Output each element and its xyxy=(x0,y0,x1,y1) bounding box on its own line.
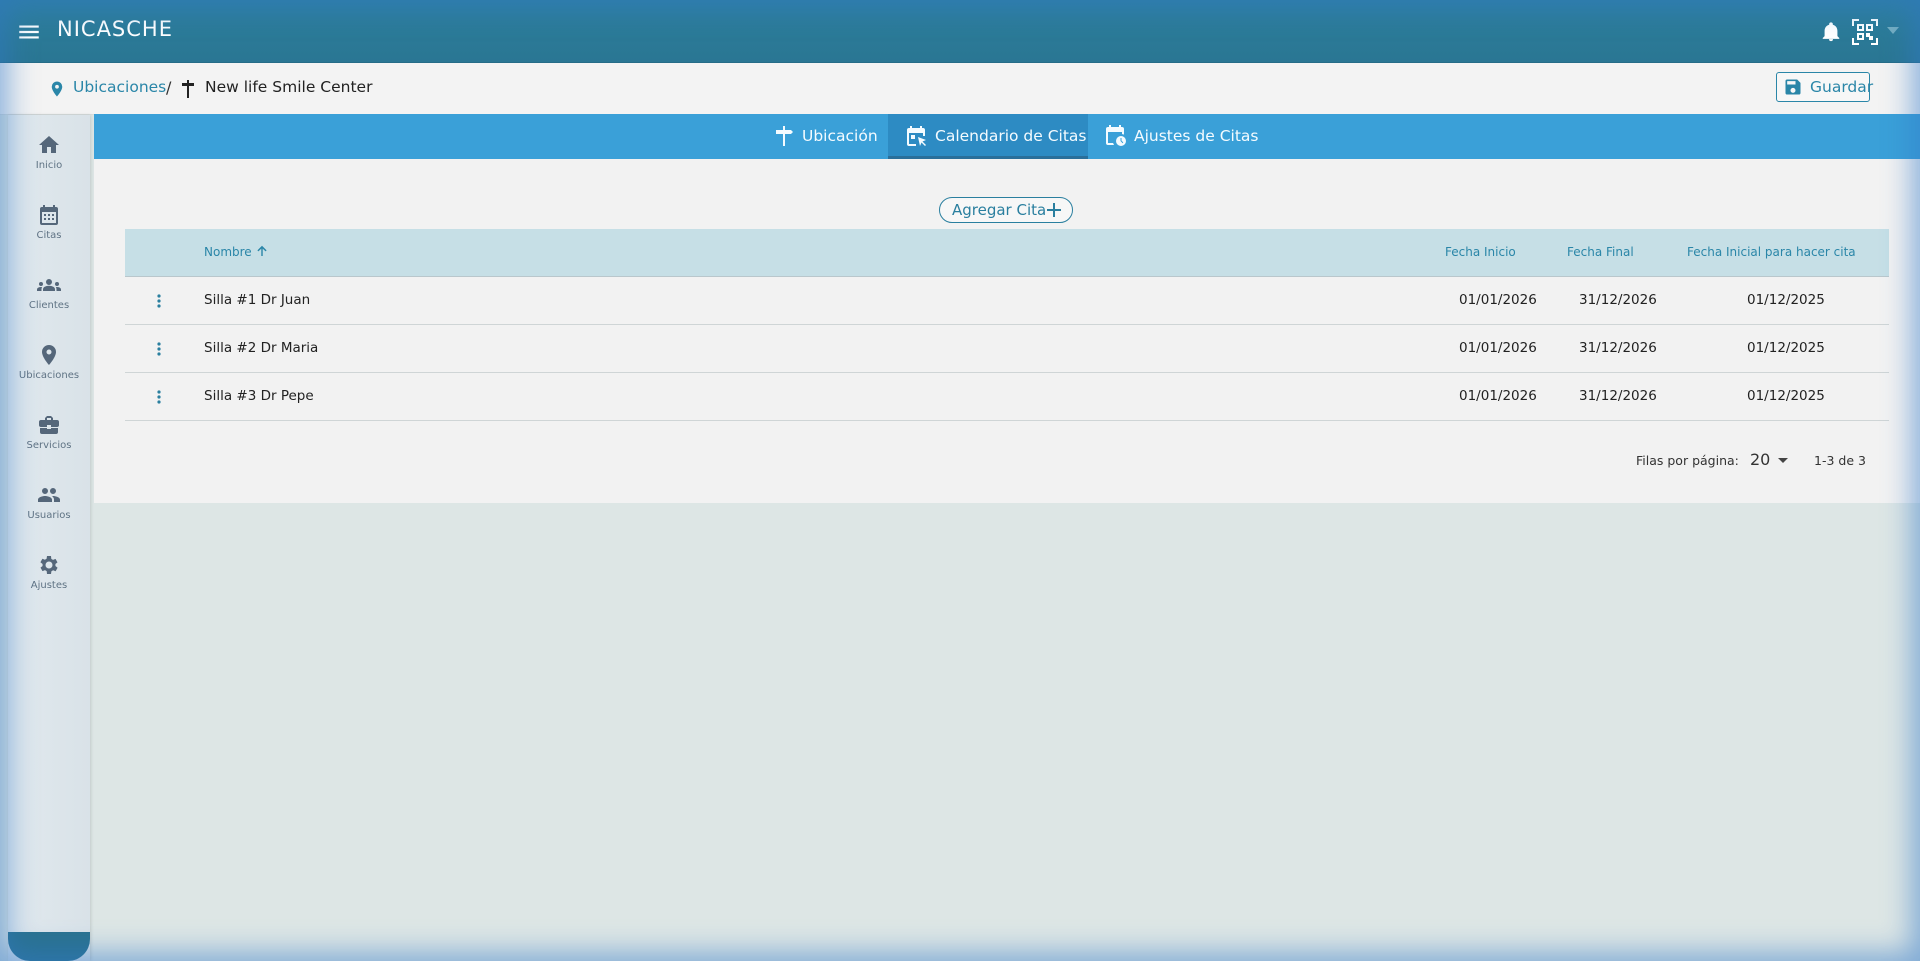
cell-fecha-inicio: 01/01/2026 xyxy=(1459,388,1537,404)
table-row[interactable]: Silla #1 Dr Juan 01/01/2026 31/12/2026 0… xyxy=(125,277,1889,325)
rows-per-page-select[interactable]: 20 xyxy=(1750,450,1770,469)
cell-fecha-inicial-cita: 01/12/2025 xyxy=(1747,292,1825,308)
sidebar-item-clientes[interactable]: Clientes xyxy=(8,262,90,324)
tab-label: Calendario de Citas xyxy=(935,127,1087,145)
column-header-fecha-final[interactable]: Fecha Final xyxy=(1567,245,1634,259)
floppy-disk-icon xyxy=(1783,77,1803,97)
tab-label: Ubicación xyxy=(802,127,878,145)
pagination: Filas por página: 20 1-3 de 3 xyxy=(94,449,1920,473)
more-vert-icon[interactable] xyxy=(149,291,169,311)
sidebar-item-citas[interactable]: Citas xyxy=(8,192,90,254)
sidebar-item-label: Citas xyxy=(36,230,62,241)
sidebar-item-ajustes[interactable]: Ajustes xyxy=(8,542,90,604)
cell-nombre: Silla #1 Dr Juan xyxy=(204,292,311,308)
table-header: Nombre Fecha Inicio Fecha Final Fecha In… xyxy=(125,229,1889,277)
column-header-label: Nombre xyxy=(204,245,252,259)
cell-fecha-inicio: 01/01/2026 xyxy=(1459,292,1537,308)
calendar-icon xyxy=(37,203,61,227)
sidebar-item-label: Servicios xyxy=(26,440,72,451)
appointments-table: Nombre Fecha Inicio Fecha Final Fecha In… xyxy=(125,229,1889,421)
more-vert-icon[interactable] xyxy=(149,387,169,407)
tab-bar: Ubicación Calendario de Citas Ajustes de… xyxy=(94,114,1920,159)
table-row[interactable]: Silla #3 Dr Pepe 01/01/2026 31/12/2026 0… xyxy=(125,373,1889,421)
app-title: NICASCHE xyxy=(57,17,173,41)
sidebar-item-ubicaciones[interactable]: Ubicaciones xyxy=(8,332,90,394)
briefcase-icon xyxy=(37,413,61,437)
breadcrumb-parent-link[interactable]: Ubicaciones xyxy=(73,78,166,96)
arrow-up-icon xyxy=(256,245,268,257)
tab-ajustes-de-citas[interactable]: Ajustes de Citas xyxy=(1094,114,1259,159)
qr-scan-icon[interactable] xyxy=(1851,18,1879,46)
cell-fecha-inicial-cita: 01/12/2025 xyxy=(1747,340,1825,356)
location-pin-icon xyxy=(48,79,66,99)
breadcrumb-current: New life Smile Center xyxy=(205,78,373,96)
menu-icon[interactable] xyxy=(16,19,42,45)
sidebar-item-label: Clientes xyxy=(28,300,70,311)
cell-fecha-inicial-cita: 01/12/2025 xyxy=(1747,388,1825,404)
cell-nombre: Silla #3 Dr Pepe xyxy=(204,388,314,404)
sidebar-item-label: Usuarios xyxy=(27,510,71,521)
people-icon xyxy=(37,273,61,297)
add-appointment-button[interactable]: Agregar Cita xyxy=(939,197,1073,223)
main-panel: Ubicación Calendario de Citas Ajustes de… xyxy=(94,114,1920,503)
more-vert-icon[interactable] xyxy=(149,339,169,359)
location-pin-icon xyxy=(37,343,61,367)
sidebar-item-usuarios[interactable]: Usuarios xyxy=(8,472,90,534)
save-button[interactable]: Guardar xyxy=(1776,72,1874,102)
cell-nombre: Silla #2 Dr Maria xyxy=(204,340,319,356)
signpost-icon xyxy=(772,124,796,148)
sidebar-item-label: Inicio xyxy=(35,160,63,171)
signpost-icon xyxy=(180,79,196,99)
add-button-label: Agregar Cita xyxy=(952,201,1047,219)
home-icon xyxy=(37,133,61,157)
calendar-cursor-icon xyxy=(904,124,928,148)
chevron-down-icon[interactable] xyxy=(1885,24,1901,36)
column-header-fecha-inicio[interactable]: Fecha Inicio xyxy=(1445,245,1516,259)
tab-ubicacion[interactable]: Ubicación xyxy=(756,114,882,159)
pagination-range: 1-3 de 3 xyxy=(1814,453,1866,468)
plus-icon xyxy=(1046,202,1062,218)
sidebar-item-label: Ajustes xyxy=(30,580,68,591)
users-icon xyxy=(37,483,61,507)
bell-icon[interactable] xyxy=(1820,20,1842,44)
gear-icon xyxy=(37,553,61,577)
rows-per-page-label: Filas por página: xyxy=(1636,453,1739,468)
sidebar-item-inicio[interactable]: Inicio xyxy=(8,122,90,184)
tab-label: Ajustes de Citas xyxy=(1134,127,1259,145)
column-header-fecha-inicial-cita[interactable]: Fecha Inicial para hacer cita xyxy=(1687,245,1856,259)
sidebar-item-servicios[interactable]: Servicios xyxy=(8,402,90,464)
cell-fecha-final: 31/12/2026 xyxy=(1579,388,1657,404)
cell-fecha-inicio: 01/01/2026 xyxy=(1459,340,1537,356)
cell-fecha-final: 31/12/2026 xyxy=(1579,340,1657,356)
sidebar: Inicio Citas Clientes Ubicaciones Servic… xyxy=(8,115,90,961)
breadcrumb-separator: / xyxy=(166,78,172,97)
calendar-clock-icon xyxy=(1104,124,1128,148)
table-row[interactable]: Silla #2 Dr Maria 01/01/2026 31/12/2026 … xyxy=(125,325,1889,373)
column-header-nombre[interactable]: Nombre xyxy=(204,245,268,259)
top-app-bar: NICASCHE xyxy=(0,0,1920,63)
cell-fecha-final: 31/12/2026 xyxy=(1579,292,1657,308)
tab-calendario-de-citas[interactable]: Calendario de Citas xyxy=(888,114,1088,159)
sidebar-item-label: Ubicaciones xyxy=(18,370,80,381)
caret-down-icon[interactable] xyxy=(1776,453,1790,467)
sidebar-footer xyxy=(8,932,90,961)
breadcrumb-bar: Ubicaciones / New life Smile Center Guar… xyxy=(0,63,1920,115)
save-button-label: Guardar xyxy=(1810,78,1874,96)
